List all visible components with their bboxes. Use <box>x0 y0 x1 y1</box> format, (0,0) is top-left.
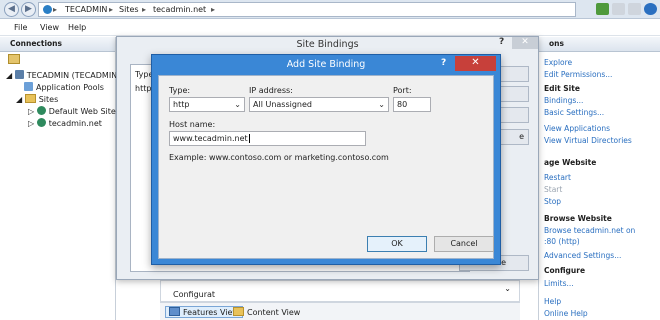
ok-button[interactable]: OK <box>367 236 427 252</box>
action-link[interactable]: Start <box>544 185 562 194</box>
host-name-label: Host name: <box>169 120 216 129</box>
tree-server[interactable]: ◢ TECADMIN (TECADMIN <box>6 70 117 80</box>
action-link[interactable]: Limits... <box>544 279 574 288</box>
connect-icon[interactable] <box>8 54 20 64</box>
port-label: Port: <box>393 86 412 95</box>
breadcrumb-separator: ▸ <box>142 5 147 14</box>
close-icon[interactable]: ✕ <box>455 56 496 71</box>
chevron-down-icon: ⌄ <box>234 100 241 109</box>
actions-panel: ons Explore Edit Permissions... Edit Site B… <box>538 37 660 320</box>
features-view-tab[interactable]: Features View <box>165 306 243 318</box>
collapse-icon[interactable]: ▷ <box>28 107 37 116</box>
add-site-binding-dialog: Add Site Binding ? ✕ Type: http ⌄ IP addr… <box>151 54 501 265</box>
server-icon <box>14 70 24 79</box>
binding-row-type[interactable]: http <box>135 84 151 93</box>
action-link[interactable]: Restart <box>544 173 571 182</box>
ip-address-select[interactable]: All Unassigned ⌄ <box>249 97 389 112</box>
tree-sites[interactable]: ◢ Sites <box>16 94 58 104</box>
menu-help[interactable]: Help <box>68 23 86 32</box>
expand-icon[interactable]: ◢ <box>6 71 15 80</box>
action-link[interactable]: View Virtual Directories <box>544 136 632 145</box>
action-link[interactable]: Advanced Settings... <box>544 251 621 260</box>
app-pool-icon <box>24 82 33 91</box>
breadcrumb-separator: ▸ <box>211 5 216 14</box>
expand-icon[interactable]: ◢ <box>16 95 25 104</box>
actions-section-header: Configure <box>544 266 586 275</box>
globe-icon <box>36 106 46 115</box>
host-name-field[interactable]: www.tecadmin.net <box>169 131 366 146</box>
help-icon[interactable] <box>644 3 657 15</box>
forward-button[interactable]: ▶ <box>21 2 36 17</box>
refresh-icon[interactable] <box>596 3 609 15</box>
action-link[interactable]: Online Help <box>544 309 588 318</box>
action-link[interactable]: Bindings... <box>544 96 583 105</box>
actions-header: ons <box>539 37 660 52</box>
action-link[interactable]: View Applications <box>544 124 610 133</box>
actions-section-header: Browse Website <box>544 214 612 223</box>
close-icon[interactable]: ✕ <box>512 37 538 49</box>
group-by-list[interactable]: Configurat ⌄ <box>160 280 520 302</box>
port-field[interactable]: 80 <box>393 97 431 112</box>
breadcrumb-tecadmin[interactable]: TECADMIN <box>65 5 107 14</box>
tree-app-pools[interactable]: Application Pools <box>24 82 104 92</box>
content-view-icon <box>233 307 244 316</box>
connections-header: Connections <box>0 37 115 52</box>
action-link[interactable]: Basic Settings... <box>544 108 604 117</box>
breadcrumb-separator: ▸ <box>109 5 114 14</box>
dialog-title: Add Site Binding <box>286 59 366 70</box>
action-link[interactable]: :80 (http) <box>544 237 580 246</box>
action-link[interactable]: Browse tecadmin.net on <box>544 226 635 235</box>
address-toolbar: ◀ ▶ ▸ TECADMIN ▸ Sites ▸ tecadmin.net ▸ <box>0 0 660 19</box>
action-link[interactable]: Edit Permissions... <box>544 70 612 79</box>
content-view-tab[interactable]: Content View <box>233 307 300 317</box>
help-icon[interactable]: ? <box>499 37 504 47</box>
tree-default-site[interactable]: ▷ Default Web Site <box>28 106 116 116</box>
features-view-icon <box>169 307 180 316</box>
help-icon[interactable]: ? <box>441 58 446 68</box>
menu-file[interactable]: File <box>14 23 27 32</box>
breadcrumb-tecadmin-net[interactable]: tecadmin.net <box>153 5 206 14</box>
type-label: Type: <box>169 86 191 95</box>
configuration-group-label: Configurat <box>173 290 216 299</box>
cancel-button[interactable]: Cancel <box>434 236 494 252</box>
back-button[interactable]: ◀ <box>4 2 19 17</box>
type-select[interactable]: http ⌄ <box>169 97 245 112</box>
site-bindings-title: Site Bindings <box>296 39 359 50</box>
actions-section-header: Edit Site <box>544 84 580 93</box>
globe-icon <box>36 118 46 127</box>
view-switcher: Features View Content View <box>160 302 520 320</box>
globe-icon <box>43 5 52 14</box>
collapse-icon[interactable]: ▷ <box>28 119 37 128</box>
chevron-down-icon[interactable]: ⌄ <box>504 284 511 293</box>
connections-panel: Connections ◢ TECADMIN (TECADMIN Applica… <box>0 37 117 320</box>
menu-view[interactable]: View <box>40 23 59 32</box>
breadcrumb-sites[interactable]: Sites <box>119 5 139 14</box>
tree-tecadmin-net[interactable]: ▷ tecadmin.net <box>28 118 102 128</box>
actions-section-header: age Website <box>544 158 597 167</box>
folder-icon <box>24 94 36 103</box>
dialog-body: Type: http ⌄ IP address: All Unassigned ⌄ … <box>158 75 494 259</box>
menu-bar: File View Help <box>0 19 660 36</box>
action-link[interactable]: Explore <box>544 58 572 67</box>
action-link[interactable]: Stop <box>544 197 561 206</box>
action-link[interactable]: Help <box>544 297 561 306</box>
chevron-down-icon: ⌄ <box>378 100 385 109</box>
ip-address-label: IP address: <box>249 86 293 95</box>
host-name-example: Example: www.contoso.com or marketing.co… <box>169 153 389 162</box>
home-icon[interactable] <box>628 3 641 15</box>
address-bar[interactable]: ▸ TECADMIN ▸ Sites ▸ tecadmin.net ▸ <box>38 2 576 17</box>
breadcrumb-separator: ▸ <box>53 5 58 14</box>
stop-icon[interactable] <box>612 3 625 15</box>
